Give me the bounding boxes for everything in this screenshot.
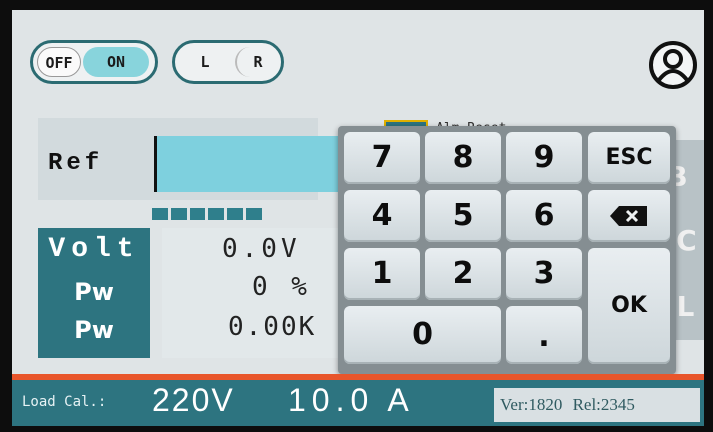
power-toggle[interactable]: OFF ON	[30, 40, 158, 84]
level-bar	[152, 208, 262, 220]
power-kw-value: 0.00K	[228, 312, 317, 342]
measurement-values: 0.0V 0 % 0.00K	[162, 228, 352, 358]
power-percent-value: 0 %	[252, 272, 311, 302]
load-current: 10.0 A	[288, 382, 415, 418]
backspace-key[interactable]	[588, 190, 670, 242]
backspace-icon	[610, 206, 647, 226]
load-cal-label: Load Cal.:	[22, 394, 107, 410]
key-3[interactable]: 3	[506, 248, 582, 300]
key-5[interactable]: 5	[425, 190, 501, 242]
ok-key[interactable]: OK	[588, 248, 670, 364]
side-right-option[interactable]: R	[235, 47, 279, 77]
key-8[interactable]: 8	[425, 132, 501, 184]
key-0[interactable]: 0	[344, 306, 501, 364]
decimal-key[interactable]: .	[506, 306, 582, 364]
status-bar: Load Cal.: 220V 10.0 A Ver:1820 Rel:2345	[12, 380, 704, 426]
version-text: Ver:1820	[500, 395, 563, 414]
side-toggle[interactable]: L R	[172, 40, 284, 84]
key-1[interactable]: 1	[344, 248, 420, 300]
release-text: Rel:2345	[572, 395, 635, 414]
numeric-keypad: 7 8 9 ESC 4 5 6 1 2 3 OK 0 .	[338, 126, 676, 374]
user-circle-icon[interactable]	[648, 40, 698, 90]
key-4[interactable]: 4	[344, 190, 420, 242]
measurement-labels: Volt Pw Pw	[38, 228, 150, 358]
power-kw-label: Pw	[74, 316, 114, 344]
key-2[interactable]: 2	[425, 248, 501, 300]
device-screen: OFF ON L R DL1 Alm Reset Ref Volt Pw Pw …	[12, 10, 704, 426]
key-9[interactable]: 9	[506, 132, 582, 184]
key-7[interactable]: 7	[344, 132, 420, 184]
side-left-option[interactable]: L	[185, 47, 225, 77]
escape-key[interactable]: ESC	[588, 132, 670, 184]
ref-label: Ref	[48, 150, 104, 177]
power-on-option[interactable]: ON	[83, 47, 149, 77]
volt-label: Volt	[48, 234, 140, 265]
power-off-option[interactable]: OFF	[37, 47, 81, 77]
power-percent-label: Pw	[74, 278, 114, 306]
key-6[interactable]: 6	[506, 190, 582, 242]
volt-value: 0.0V	[222, 234, 301, 264]
version-box: Ver:1820 Rel:2345	[494, 388, 700, 422]
ref-input[interactable]	[154, 136, 357, 192]
load-voltage: 220V	[152, 382, 235, 418]
